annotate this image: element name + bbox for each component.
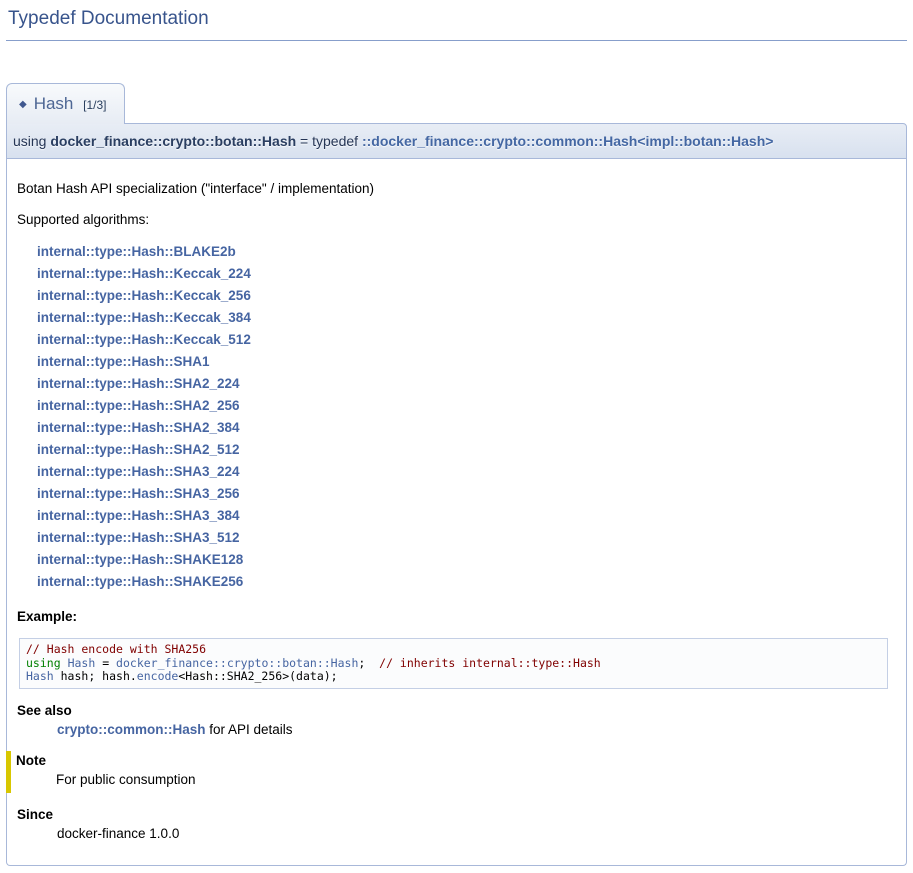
algorithm-list-item: internal::type::Hash::Keccak_384 — [37, 307, 896, 329]
algorithm-list-item: internal::type::Hash::SHA3_512 — [37, 527, 896, 549]
since-label: Since — [17, 807, 896, 822]
algorithm-link[interactable]: internal::type::Hash::SHA2_256 — [37, 398, 240, 413]
see-also-link[interactable]: crypto::common::Hash — [57, 722, 206, 737]
typedef-target-link[interactable]: ::docker_finance::crypto::common::Hash<i… — [362, 133, 773, 149]
since-section: Since docker-finance 1.0.0 — [17, 807, 896, 841]
member-title-tab: ◆ Hash [1/3] — [6, 83, 125, 124]
algorithm-list-item: internal::type::Hash::SHAKE128 — [37, 549, 896, 571]
code-text: // inherits internal::type::Hash — [379, 656, 601, 670]
code-text: = — [95, 656, 116, 670]
see-also-section: See also crypto::common::Hash for API de… — [17, 703, 896, 737]
code-line: Hash hash; hash.encode<Hash::SHA2_256>(d… — [26, 670, 881, 684]
algorithm-link[interactable]: internal::type::Hash::SHA3_512 — [37, 530, 240, 545]
algorithm-list-item: internal::type::Hash::Keccak_256 — [37, 285, 896, 307]
code-text — [61, 656, 68, 670]
code-text: <Hash::SHA2_256>(data); — [178, 669, 337, 683]
algorithm-link[interactable]: internal::type::Hash::Keccak_512 — [37, 332, 251, 347]
algorithm-list-item: internal::type::Hash::SHA2_224 — [37, 373, 896, 395]
equals-typedef: = typedef — [296, 133, 362, 149]
member-overload-index: [1/3] — [83, 98, 106, 112]
supported-algorithms-label: Supported algorithms: — [17, 212, 896, 227]
algorithm-list-item: internal::type::Hash::SHA2_256 — [37, 395, 896, 417]
algorithm-link[interactable]: internal::type::Hash::SHAKE128 — [37, 552, 243, 567]
algorithm-link[interactable]: internal::type::Hash::SHA2_384 — [37, 420, 240, 435]
member-doc: Botan Hash API specialization ("interfac… — [6, 159, 907, 866]
algorithm-link[interactable]: internal::type::Hash::Keccak_256 — [37, 288, 251, 303]
algorithm-list-item: internal::type::Hash::SHA3_224 — [37, 461, 896, 483]
algorithm-link[interactable]: internal::type::Hash::SHA3_256 — [37, 486, 240, 501]
algorithm-list-item: internal::type::Hash::SHA1 — [37, 351, 896, 373]
code-line: using Hash = docker_finance::crypto::bot… — [26, 657, 881, 671]
algorithm-link[interactable]: internal::type::Hash::SHA3_224 — [37, 464, 240, 479]
algorithm-list-item: internal::type::Hash::BLAKE2b — [37, 241, 896, 263]
algorithm-link[interactable]: internal::type::Hash::SHA1 — [37, 354, 210, 369]
permalink-diamond-icon[interactable]: ◆ — [19, 99, 27, 110]
member-title-text: Hash — [34, 94, 74, 113]
code-link[interactable]: Hash — [68, 656, 96, 670]
code-text: ; — [358, 656, 379, 670]
note-text: For public consumption — [56, 772, 896, 787]
example-label: Example: — [17, 609, 896, 624]
algorithm-link[interactable]: internal::type::Hash::Keccak_224 — [37, 266, 251, 281]
algorithm-link-list: internal::type::Hash::BLAKE2binternal::t… — [37, 241, 896, 593]
content-area: Typedef Documentation ◆ Hash [1/3] using … — [0, 0, 913, 866]
since-text: docker-finance 1.0.0 — [57, 826, 896, 841]
code-fragment: // Hash encode with SHA256using Hash = d… — [19, 638, 888, 689]
algorithm-list-item: internal::type::Hash::SHA3_256 — [37, 483, 896, 505]
using-keyword: using — [13, 133, 50, 149]
member-item: ◆Hash [1/3] using docker_finance::crypto… — [6, 83, 907, 866]
algorithm-link[interactable]: internal::type::Hash::SHA2_224 — [37, 376, 240, 391]
code-line: // Hash encode with SHA256 — [26, 643, 881, 657]
algorithm-list-item: internal::type::Hash::Keccak_224 — [37, 263, 896, 285]
see-also-content: crypto::common::Hash for API details — [57, 722, 896, 737]
see-also-label: See also — [17, 703, 896, 718]
algorithm-list-item: internal::type::Hash::SHA2_384 — [37, 417, 896, 439]
code-link[interactable]: docker_finance::crypto::botan::Hash — [116, 656, 358, 670]
code-text: // Hash encode with SHA256 — [26, 642, 206, 656]
algorithm-link[interactable]: internal::type::Hash::SHAKE256 — [37, 574, 243, 589]
algorithm-list-item: internal::type::Hash::SHA3_384 — [37, 505, 896, 527]
code-link[interactable]: encode — [137, 669, 179, 683]
section-heading: Typedef Documentation — [6, 0, 907, 41]
see-also-text: for API details — [206, 722, 293, 737]
algorithm-link[interactable]: internal::type::Hash::BLAKE2b — [37, 244, 236, 259]
algorithm-list-item: internal::type::Hash::Keccak_512 — [37, 329, 896, 351]
member-prototype: using docker_finance::crypto::botan::Has… — [6, 123, 907, 159]
member-description: Botan Hash API specialization ("interfac… — [17, 181, 896, 196]
code-link[interactable]: Hash — [26, 669, 54, 683]
algorithm-link[interactable]: internal::type::Hash::SHA2_512 — [37, 442, 240, 457]
algorithm-list-item: internal::type::Hash::SHAKE256 — [37, 571, 896, 593]
code-text: hash; hash. — [54, 669, 137, 683]
code-text: using — [26, 656, 61, 670]
note-label: Note — [16, 753, 896, 768]
algorithm-list-item: internal::type::Hash::SHA2_512 — [37, 439, 896, 461]
typedef-name: docker_finance::crypto::botan::Hash — [50, 133, 296, 149]
algorithm-link[interactable]: internal::type::Hash::SHA3_384 — [37, 508, 240, 523]
note-section: Note For public consumption — [6, 751, 896, 793]
algorithm-link[interactable]: internal::type::Hash::Keccak_384 — [37, 310, 251, 325]
